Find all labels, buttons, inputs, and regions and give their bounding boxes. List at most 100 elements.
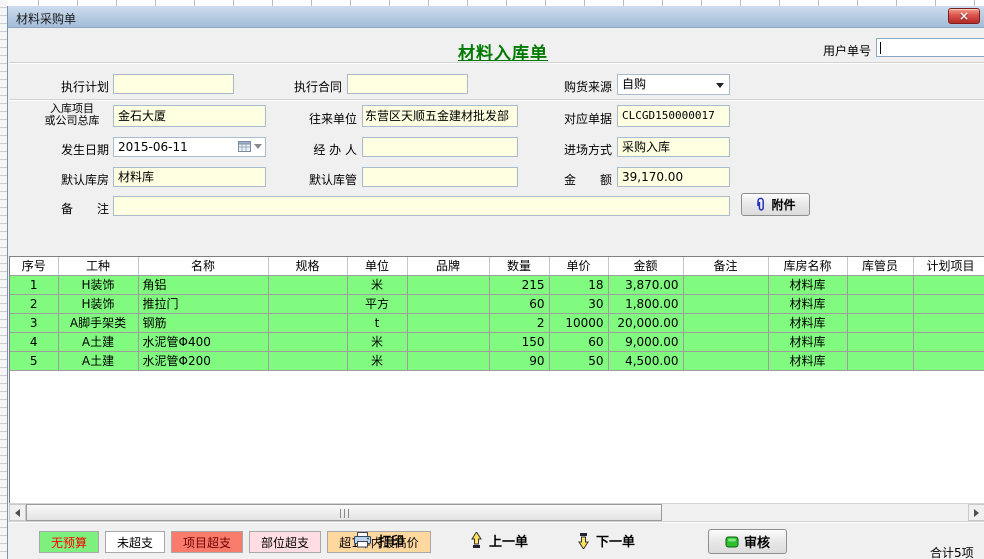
- table-cell: 2: [10, 294, 58, 313]
- chevron-down-icon: [254, 144, 262, 149]
- separator: [9, 99, 984, 101]
- print-button[interactable]: 打印: [353, 529, 404, 551]
- table-cell: 水泥管Φ400: [138, 332, 268, 351]
- remark-input[interactable]: [113, 196, 730, 216]
- column-header[interactable]: 名称: [138, 257, 268, 275]
- table-cell: [683, 313, 768, 332]
- previous-order-button[interactable]: 上一单: [470, 529, 528, 551]
- table-cell: 钢筋: [138, 313, 268, 332]
- table-cell: [407, 351, 489, 370]
- column-header[interactable]: 工种: [58, 257, 138, 275]
- printer-icon: [353, 532, 372, 548]
- table-cell: H装饰: [58, 294, 138, 313]
- table-cell: 推拉门: [138, 294, 268, 313]
- table-cell: t: [347, 313, 407, 332]
- keeper-input[interactable]: [362, 167, 518, 187]
- table-row[interactable]: 4A土建水泥管Φ400米150609,000.00材料库: [10, 332, 984, 351]
- table-cell: 2: [489, 313, 549, 332]
- table-cell: [847, 294, 913, 313]
- table-cell: 平方: [347, 294, 407, 313]
- table-cell: [683, 332, 768, 351]
- table-row[interactable]: 5A土建水泥管Φ200米90504,500.00材料库: [10, 351, 984, 370]
- chevron-down-icon: [716, 83, 724, 88]
- entry-mode-label: 进场方式: [544, 141, 612, 158]
- exec-plan-label: 执行计划: [41, 78, 109, 95]
- text-caret: [880, 42, 881, 54]
- column-header[interactable]: 金额: [608, 257, 683, 275]
- footer-bar: 无预算未超支项目超支部位超支超1年内最高价 打印 上一单: [8, 521, 984, 559]
- column-header[interactable]: 计划项目: [913, 257, 984, 275]
- column-header[interactable]: 备注: [683, 257, 768, 275]
- table-cell: 20,000.00: [608, 313, 683, 332]
- next-order-button[interactable]: 下一单: [577, 529, 635, 551]
- table-cell: 18: [549, 275, 608, 294]
- table-cell: 60: [549, 332, 608, 351]
- user-order-input[interactable]: [876, 38, 984, 57]
- table-cell: [407, 332, 489, 351]
- amount-input[interactable]: 39,170.00: [617, 167, 730, 187]
- table-cell: [913, 294, 984, 313]
- column-header[interactable]: 规格: [268, 257, 347, 275]
- entry-mode-input[interactable]: 采购入库: [617, 137, 730, 157]
- table-cell: [268, 351, 347, 370]
- scrollbar-thumb[interactable]: [26, 504, 662, 521]
- handler-input[interactable]: [362, 137, 518, 157]
- user-order-label: 用户单号: [823, 42, 871, 59]
- table-cell: 材料库: [768, 313, 847, 332]
- table-cell: 3: [10, 313, 58, 332]
- vendor-label: 往来单位: [289, 110, 357, 127]
- table-cell: 215: [489, 275, 549, 294]
- table-cell: 3,870.00: [608, 275, 683, 294]
- column-header[interactable]: 单位: [347, 257, 407, 275]
- vendor-input[interactable]: 东营区天顺五金建材批发部: [362, 105, 518, 127]
- calendar-icon: [238, 140, 251, 152]
- table-cell: [847, 275, 913, 294]
- scroll-left-button[interactable]: [9, 504, 26, 521]
- total-count-label: 合计5项: [930, 544, 974, 559]
- hand-up-icon: [470, 532, 483, 549]
- background-window-sliver-left: [0, 0, 7, 559]
- paperclip-icon: [755, 197, 766, 212]
- column-header[interactable]: 品牌: [407, 257, 489, 275]
- table-cell: [268, 313, 347, 332]
- warehouse-input[interactable]: 材料库: [113, 167, 266, 187]
- table-cell: [683, 294, 768, 313]
- exec-contract-input[interactable]: [347, 74, 468, 94]
- project-input[interactable]: 金石大厦: [113, 105, 266, 127]
- screen: 材料采购单 × 材料入库单 用户单号 执行计划 执行合同 购货来源 自购 入库项…: [0, 0, 984, 559]
- column-header[interactable]: 单价: [549, 257, 608, 275]
- close-icon: ×: [959, 10, 969, 22]
- table-row[interactable]: 3A脚手架类钢筋t21000020,000.00材料库: [10, 313, 984, 332]
- scroll-right-button[interactable]: [968, 504, 984, 521]
- table-cell: [407, 275, 489, 294]
- table-row[interactable]: 2H装饰推拉门平方60301,800.00材料库: [10, 294, 984, 313]
- attachment-button[interactable]: 附件: [741, 193, 810, 216]
- refdoc-input[interactable]: CLCGD150000017: [617, 105, 730, 127]
- table-cell: [407, 313, 489, 332]
- close-button[interactable]: ×: [948, 8, 980, 24]
- table-cell: A脚手架类: [58, 313, 138, 332]
- audit-button[interactable]: 审核: [708, 529, 787, 554]
- purchase-source-label: 购货来源: [544, 78, 612, 95]
- date-picker[interactable]: 2015-06-11: [113, 137, 266, 157]
- purchase-source-select[interactable]: 自购: [617, 74, 730, 95]
- project-label: 入库项目 或公司总库: [35, 103, 109, 127]
- column-header[interactable]: 库房名称: [768, 257, 847, 275]
- table-cell: [268, 332, 347, 351]
- exec-plan-input[interactable]: [113, 74, 234, 94]
- table-cell: [407, 294, 489, 313]
- amount-label: 金 额: [544, 171, 612, 188]
- handler-label: 经 办 人: [289, 141, 357, 158]
- legend-badge: 无预算: [39, 531, 99, 553]
- window-titlebar[interactable]: 材料采购单 ×: [8, 6, 984, 28]
- horizontal-scrollbar[interactable]: [9, 503, 984, 520]
- date-label: 发生日期: [41, 141, 109, 158]
- table-cell: 150: [489, 332, 549, 351]
- column-header[interactable]: 库管员: [847, 257, 913, 275]
- table-cell: 材料库: [768, 332, 847, 351]
- column-header[interactable]: 序号: [10, 257, 58, 275]
- table-cell: [683, 351, 768, 370]
- column-header[interactable]: 数量: [489, 257, 549, 275]
- table-cell: 米: [347, 275, 407, 294]
- table-row[interactable]: 1H装饰角铝米215183,870.00材料库: [10, 275, 984, 294]
